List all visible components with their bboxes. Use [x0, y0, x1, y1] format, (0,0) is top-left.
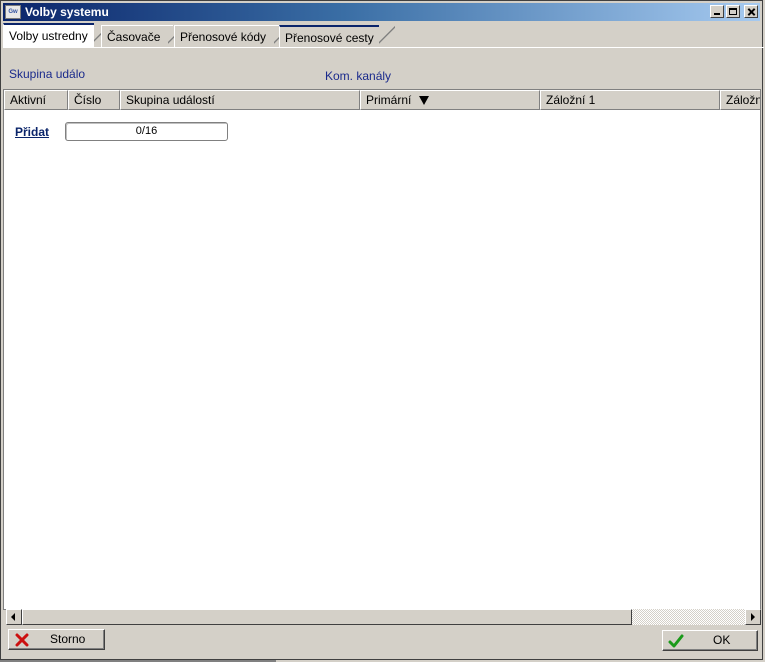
tab-volby-ustredny[interactable]: Volby ustredny — [3, 23, 94, 47]
column-header-cislo[interactable]: Číslo — [68, 90, 120, 110]
add-link[interactable]: Přidat — [15, 125, 49, 139]
scroll-right-button[interactable] — [745, 609, 761, 625]
dialog-window: Gw Volby systemu Volby ustredny Časovače… — [0, 0, 764, 660]
table-header: Aktivní Číslo Skupina událostí Primární … — [4, 90, 761, 110]
minimize-button[interactable] — [710, 5, 724, 18]
cancel-label: Storno — [50, 632, 86, 646]
column-label: Skupina událostí — [126, 93, 215, 107]
tab-label: Volby ustredny — [9, 29, 88, 43]
item-counter: 0/16 — [65, 122, 228, 141]
window-controls — [710, 5, 758, 18]
checkmark-icon — [668, 634, 684, 648]
maximize-button[interactable] — [726, 5, 740, 18]
tab-casovace[interactable]: Časovače — [101, 25, 173, 47]
close-button[interactable] — [744, 5, 758, 18]
column-header-aktivni[interactable]: Aktivní — [4, 90, 68, 110]
column-header-zalozni-1[interactable]: Záložní 1 — [540, 90, 720, 110]
column-label: Záložn — [726, 93, 761, 107]
event-group-label: Skupina událo — [9, 67, 86, 81]
column-header-zalozni-2[interactable]: Záložn — [720, 90, 761, 110]
tab-label: Přenosové kódy — [180, 30, 267, 44]
scroll-track[interactable] — [22, 609, 745, 625]
window-title: Volby systemu — [25, 5, 109, 19]
channels-table: Aktivní Číslo Skupina událostí Primární … — [3, 89, 761, 610]
tab-bar: Volby ustredny Časovače Přenosové kódy P… — [3, 23, 764, 48]
scroll-left-button[interactable] — [6, 609, 22, 625]
horizontal-scrollbar[interactable] — [6, 609, 761, 625]
ok-label: OK — [713, 633, 731, 647]
app-icon: Gw — [5, 5, 21, 19]
tab-prenosove-kody[interactable]: Přenosové kódy — [174, 25, 279, 47]
column-header-skupina[interactable]: Skupina událostí — [120, 90, 360, 110]
tab-label: Přenosové cesty — [285, 31, 374, 45]
comm-channels-label: Kom. kanály — [325, 69, 392, 83]
sort-down-icon — [419, 96, 430, 106]
ok-button[interactable]: OK — [662, 630, 758, 651]
tab-edge — [379, 23, 395, 46]
scroll-thumb[interactable] — [22, 609, 632, 625]
column-label: Číslo — [74, 93, 102, 107]
column-header-primarni[interactable]: Primární — [360, 90, 540, 110]
tab-label: Časovače — [107, 30, 161, 44]
tab-prenosove-cesty[interactable]: Přenosové cesty — [279, 25, 379, 47]
column-label: Primární — [366, 93, 412, 107]
column-label: Záložní 1 — [546, 93, 596, 107]
column-label: Aktivní — [10, 93, 47, 107]
cancel-x-icon — [15, 633, 29, 647]
title-bar[interactable]: Gw Volby systemu — [3, 3, 760, 21]
cancel-button[interactable]: Storno — [8, 629, 105, 650]
